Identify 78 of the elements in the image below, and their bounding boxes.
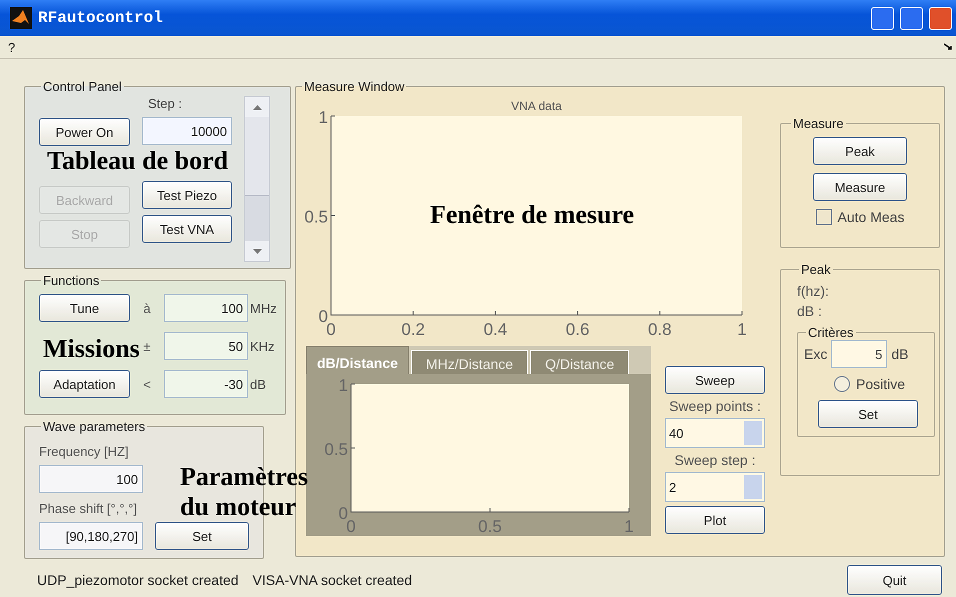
x-tick-label: 0 [326,320,336,339]
value-field[interactable]: -30 [164,370,248,398]
field-label: Exc [804,346,828,362]
x-tick-label: 0.5 [478,517,502,534]
radio-button[interactable] [834,376,850,392]
x-tick-label: 0.4 [484,320,508,339]
value-field[interactable]: 100 [39,465,143,493]
chart-title: VNA data [511,99,562,113]
push-button[interactable]: Test Piezo [142,181,232,209]
panel-title: Measure Window [303,79,406,94]
push-button[interactable]: Tune [39,294,130,322]
push-button[interactable]: Adaptation [39,370,130,398]
group-title: Peak [800,262,832,277]
close-button[interactable] [929,6,952,30]
symbol-label: à [142,300,152,316]
x-tick-label: 1 [624,517,634,534]
value-field[interactable]: 5 [831,340,888,368]
menu-item[interactable]: ? [8,40,16,54]
y-tick-label: 0 [318,307,328,326]
panel-title: Wave parameters [42,419,146,434]
dropdown[interactable]: 2 [665,472,765,502]
window-title: RFautocontrol [38,9,164,27]
x-tick-label: 0.8 [648,320,672,339]
push-button[interactable]: Test VNA [142,215,232,243]
step-label: Step : [148,96,182,111]
checkbox[interactable] [816,209,832,225]
group-title: Measure [792,116,845,131]
up-arrow-icon[interactable] [252,104,262,110]
status-message: UDP_piezomotor socket created [37,572,239,588]
field-label: Sweep points : [669,398,761,414]
frequency-label: f(hz): [797,283,830,299]
field-label: Phase shift [°,°,°] [39,501,137,516]
annotation-label: Tableau de bord [47,146,228,176]
unit-label: MHz [249,300,277,316]
arrow-icon [944,43,952,51]
x-tick-label: 0 [346,517,356,534]
y-tick-label: 0 [338,504,348,523]
set-button[interactable]: Set [155,522,249,550]
unit-label: dB [249,376,266,392]
x-tick-label: 1 [737,320,747,339]
app-logo-icon [10,7,32,29]
panel-title: Functions [42,273,100,288]
down-arrow-icon[interactable] [252,248,262,254]
panel-title: Control Panel [42,79,123,94]
value-field[interactable]: 100 [164,294,248,322]
sweep-button[interactable]: Sweep [665,366,765,394]
field-label: Sweep step : [674,452,756,468]
group-title: Critères [807,325,855,340]
scrollbar[interactable] [244,96,270,262]
annotation-label: Fenêtre de mesure [430,200,634,230]
step-field[interactable]: 10000 [142,117,232,145]
annotation-label: Missions [43,334,140,364]
dropdown[interactable]: 40 [665,418,765,448]
quit-button[interactable]: Quit [847,565,942,595]
annotation-label: Paramètres du moteur [180,462,308,522]
maximize-button[interactable] [900,6,923,30]
radio-label: Positive [856,376,906,392]
set-button[interactable]: Set [818,400,918,428]
plot-button[interactable]: Plot [665,506,765,534]
push-button[interactable]: Power On [39,118,130,146]
minimize-button[interactable] [871,6,894,30]
field-label: Frequency [HZ] [39,444,129,459]
y-tick-label: 0.5 [324,440,348,459]
unit-label: KHz [249,338,275,354]
y-tick-label: 1 [338,376,348,395]
value-field[interactable]: 50 [164,332,248,360]
db-label: dB : [797,303,823,319]
symbol-label: < [142,376,152,392]
x-tick-label: 0.2 [401,320,426,339]
push-button[interactable]: Measure [813,173,907,201]
y-tick-label: 1 [318,108,328,127]
value-field[interactable]: [90,180,270] [39,522,143,550]
checkbox-label: Auto Meas [838,209,904,225]
push-button[interactable]: Peak [813,137,907,165]
unit-label: dB [891,346,908,362]
status-message: VISA-VNA socket created [252,572,412,588]
y-tick-label: 0.5 [304,208,328,226]
x-tick-label: 0.6 [566,320,590,339]
